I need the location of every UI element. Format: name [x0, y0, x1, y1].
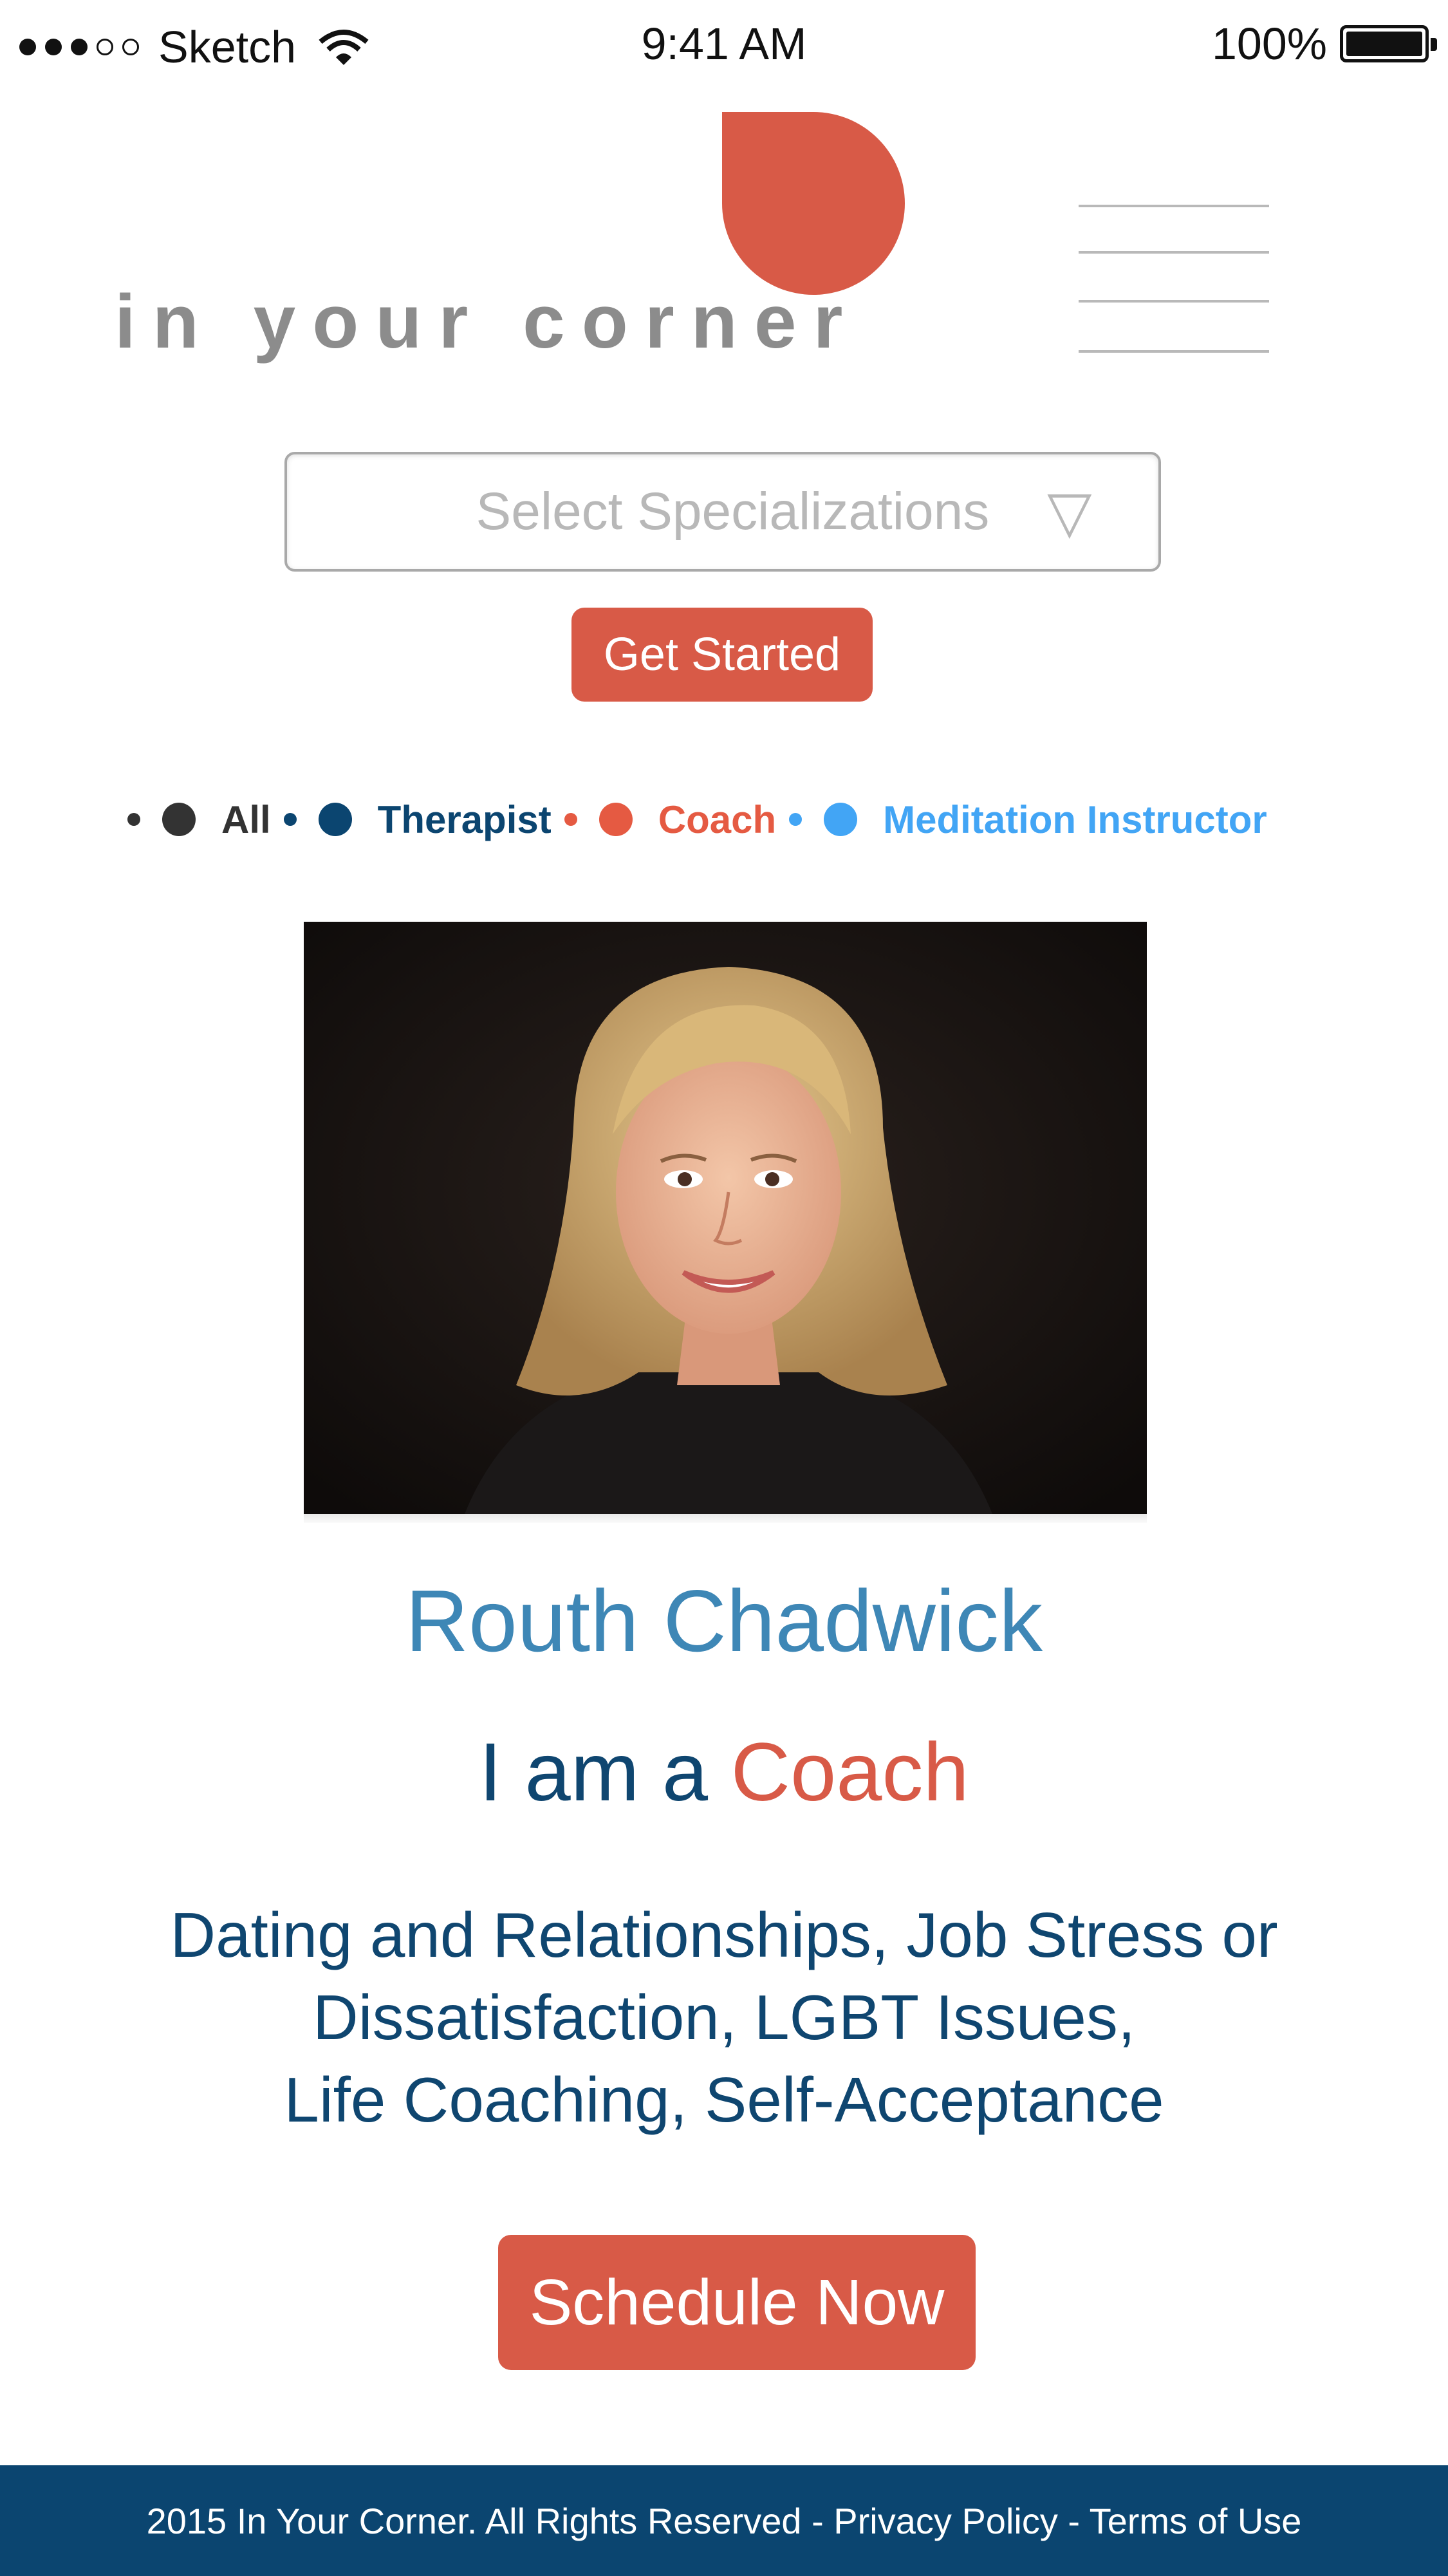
- filter-therapist[interactable]: Therapist: [378, 798, 552, 842]
- schedule-now-button[interactable]: Schedule Now: [498, 2235, 976, 2370]
- logo-text: in your corner: [115, 279, 860, 364]
- separator-dot: [283, 813, 297, 826]
- dropdown-caret-icon: ▽: [1047, 480, 1092, 545]
- hamburger-menu-icon[interactable]: [1079, 205, 1269, 353]
- photo-shadow: [304, 1514, 1147, 1523]
- footer-text: 2015 In Your Corner. All Rights Reserved…: [146, 2500, 1302, 2541]
- filter-meditation-instructor[interactable]: Meditation Instructor: [883, 798, 1267, 842]
- separator-dot: [564, 813, 577, 826]
- status-bar: Sketch 9:41 AM 100%: [0, 0, 1448, 97]
- specializations-select[interactable]: Select Specializations ▽: [284, 452, 1161, 572]
- filter-all-dot-icon: [162, 803, 196, 836]
- select-placeholder: Select Specializations: [476, 482, 990, 541]
- battery-group: 100%: [1211, 18, 1437, 70]
- get-started-button[interactable]: Get Started: [571, 608, 873, 702]
- battery-icon: [1340, 25, 1437, 62]
- role-title: Coach: [730, 1726, 969, 1818]
- profile-photo: [304, 922, 1147, 1514]
- filter-all[interactable]: All: [221, 798, 271, 842]
- category-filters: All Therapist Coach Meditation Instructo…: [115, 790, 1267, 848]
- profile-specialties: Dating and Relationships, Job Stress or …: [97, 1894, 1351, 2141]
- profile-role: I am a Coach: [0, 1725, 1448, 1820]
- profile-name: Routh Chadwick: [405, 1572, 1043, 1670]
- filter-meditation-dot-icon: [824, 803, 858, 836]
- specialties-line: Life Coaching, Self-Acceptance: [284, 2064, 1164, 2135]
- logo-mark: [722, 112, 905, 295]
- filter-coach-dot-icon: [599, 803, 633, 836]
- specialties-line: Dating and Relationships, Job Stress or: [170, 1899, 1278, 1970]
- footer: 2015 In Your Corner. All Rights Reserved…: [0, 2465, 1448, 2576]
- battery-percent: 100%: [1211, 19, 1327, 69]
- separator-dot: [127, 813, 140, 826]
- specialties-line: Dissatisfaction, LGBT Issues,: [312, 1982, 1136, 2053]
- separator-dot: [789, 813, 803, 826]
- role-prefix: I am a: [479, 1726, 709, 1818]
- filter-coach[interactable]: Coach: [658, 798, 776, 842]
- filter-therapist-dot-icon: [318, 803, 352, 836]
